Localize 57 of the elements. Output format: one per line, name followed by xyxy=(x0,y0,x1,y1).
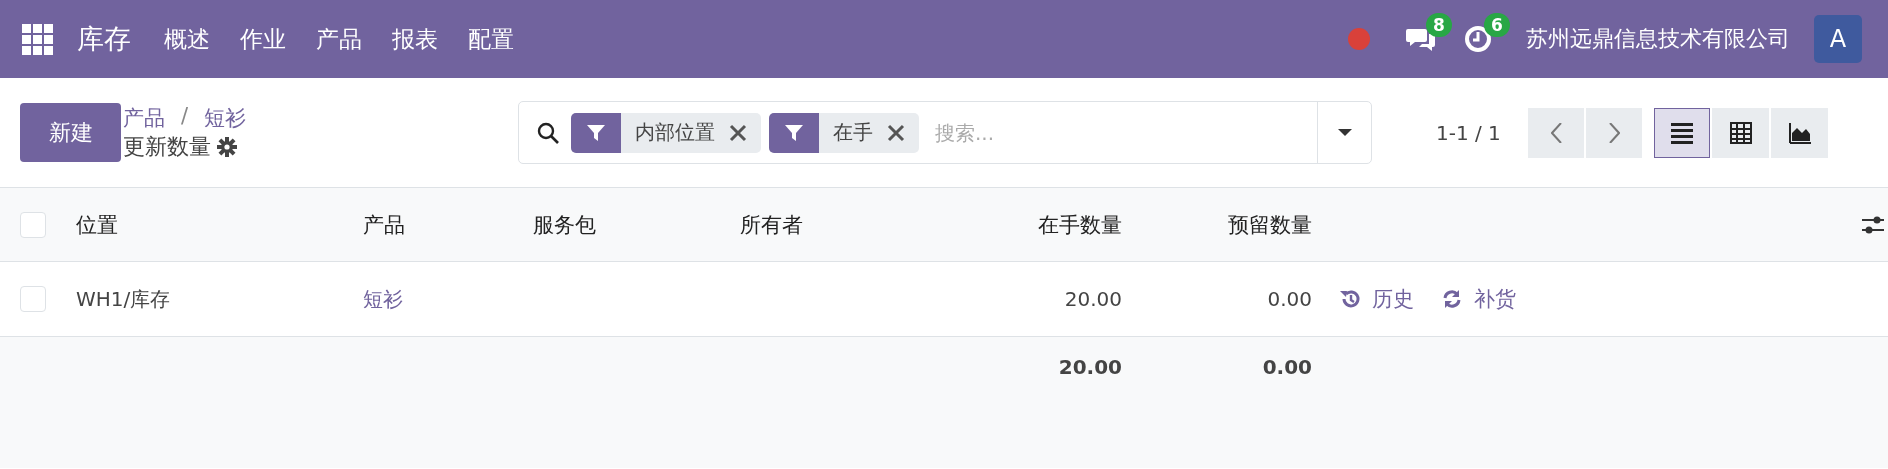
view-switch-button[interactable] xyxy=(1654,107,1710,158)
app-name[interactable]: 库存 xyxy=(53,15,149,63)
filter-facet[interactable]: 内部位置 xyxy=(571,112,761,153)
product-link[interactable]: 短衫 xyxy=(363,285,533,313)
checkbox[interactable] xyxy=(20,286,46,312)
graph-view-icon xyxy=(1788,121,1811,144)
filter-label: 在手 xyxy=(832,119,874,146)
view-switch-button[interactable] xyxy=(1771,107,1828,158)
chevron-left-icon xyxy=(1550,122,1562,143)
action-button[interactable]: 补货 xyxy=(1442,285,1516,313)
user-avatar[interactable]: A xyxy=(1814,15,1862,63)
count-badge: 6 xyxy=(1484,13,1510,37)
column-header[interactable]: 产品 xyxy=(363,210,533,239)
filter-icon xyxy=(785,124,803,141)
refresh-icon xyxy=(1442,289,1462,309)
column-header[interactable]: 服务包 xyxy=(533,210,740,239)
page-title: 更新数量 xyxy=(123,132,211,161)
menu-item[interactable]: 作业 xyxy=(225,17,301,61)
table-cell-text: 20.00 xyxy=(1064,287,1123,311)
breadcrumb-link[interactable]: 短衫 xyxy=(204,103,247,132)
breadcrumb-link[interactable]: 产品 xyxy=(123,103,165,132)
total-value: 0.00 xyxy=(1262,355,1313,379)
company-name[interactable]: 苏州远鼎信息技术有限公司 xyxy=(1526,24,1790,54)
close-icon[interactable] xyxy=(887,123,905,142)
settings-icon[interactable] xyxy=(217,136,237,157)
filter-label: 内部位置 xyxy=(634,119,716,146)
menu-item[interactable]: 产品 xyxy=(301,17,377,61)
table-cell-text: WH1/库存 xyxy=(76,285,172,313)
column-header[interactable]: 位置 xyxy=(76,210,363,239)
checkbox[interactable] xyxy=(20,211,46,238)
list-view-icon xyxy=(1671,121,1693,144)
search-icon xyxy=(537,121,559,144)
column-header[interactable]: 在手数量 xyxy=(1038,210,1140,239)
search-field[interactable]: 内部位置 在手 搜索... xyxy=(518,101,1372,164)
status-dot[interactable] xyxy=(1348,28,1370,50)
table-cell-text: 0.00 xyxy=(1267,287,1313,311)
action-button[interactable]: 历史 xyxy=(1340,285,1414,313)
chevron-right-icon xyxy=(1608,122,1620,143)
menu-item[interactable]: 概述 xyxy=(149,17,225,61)
filter-icon xyxy=(587,124,605,141)
new-button[interactable]: 新建 xyxy=(20,103,121,162)
pivot-view-icon xyxy=(1729,121,1752,144)
menu-item[interactable]: 配置 xyxy=(453,17,529,61)
menu-item[interactable]: 报表 xyxy=(377,17,453,61)
apps-menu-icon[interactable] xyxy=(22,23,53,55)
count-badge: 8 xyxy=(1426,13,1452,37)
filter-facet[interactable]: 在手 xyxy=(769,112,919,153)
column-header[interactable]: 所有者 xyxy=(740,210,940,239)
column-header[interactable]: 预留数量 xyxy=(1228,210,1330,239)
view-switch-button[interactable] xyxy=(1712,107,1769,158)
total-value: 20.00 xyxy=(1058,355,1123,379)
caret-icon xyxy=(1337,129,1352,136)
close-icon[interactable] xyxy=(729,123,747,142)
history-icon xyxy=(1340,289,1360,309)
clock-icon[interactable] xyxy=(1464,25,1492,53)
breadcrumb-separator: / xyxy=(181,103,189,130)
pager-value[interactable]: 1-1 / 1 xyxy=(1436,120,1528,145)
